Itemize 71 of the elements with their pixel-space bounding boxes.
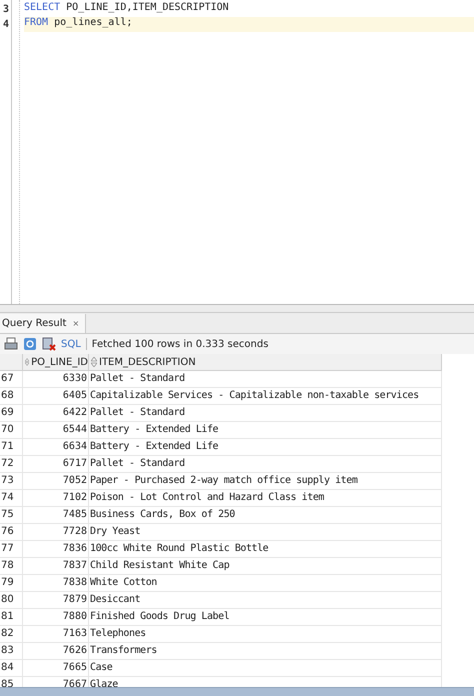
refresh-icon[interactable] — [23, 337, 37, 351]
table-cell: 7838 — [23, 575, 89, 592]
table-cell: 6330 — [23, 371, 89, 388]
column-title: PO_LINE_ID — [31, 356, 88, 368]
line-number: 4 — [2, 18, 10, 32]
table-cell: Transformers — [89, 643, 442, 660]
table-cell: 6544 — [23, 422, 89, 439]
table-cell: 6422 — [23, 405, 89, 422]
table-cell: 7837 — [23, 558, 89, 575]
row-number: 77 — [0, 541, 23, 558]
row-number: 75 — [0, 507, 23, 524]
row-number: 84 — [0, 660, 23, 677]
table-cell: 7836 — [23, 541, 89, 558]
status-text: Fetched 100 rows in 0.333 seconds — [92, 338, 268, 350]
row-number: 67 — [0, 371, 23, 388]
table-cell: Telephones — [89, 626, 442, 643]
code-line: SELECT PO_LINE_ID,ITEM_DESCRIPTION — [24, 2, 230, 15]
table-cell: 100cc White Round Plastic Bottle — [89, 541, 442, 558]
table-cell: Pallet - Standard — [89, 371, 442, 388]
table-cell: Capitalizable Services - Capitalizable non-taxable services — [89, 388, 442, 405]
table-cell: Desiccant — [89, 592, 442, 609]
row-number: 72 — [0, 456, 23, 473]
table-cell: Dry Yeast — [89, 524, 442, 541]
line-number: 3 — [2, 3, 10, 17]
column-header[interactable]: PO_LINE_ID — [23, 354, 89, 371]
table-cell: 7163 — [23, 626, 89, 643]
table-cell: Business Cards, Box of 250 — [89, 507, 442, 524]
table-cell: Poison - Lot Control and Hazard Class item — [89, 490, 442, 507]
table-cell: 6405 — [23, 388, 89, 405]
row-number: 73 — [0, 473, 23, 490]
row-number: 71 — [0, 439, 23, 456]
table-cell: Pallet - Standard — [89, 405, 442, 422]
table-cell: Battery - Extended Life — [89, 439, 442, 456]
table-cell: 6634 — [23, 439, 89, 456]
row-number: 69 — [0, 405, 23, 422]
printer-icon[interactable] — [4, 337, 18, 351]
table-cell: 6717 — [23, 456, 89, 473]
row-number: 80 — [0, 592, 23, 609]
sql-link[interactable]: SQL — [61, 338, 81, 350]
column-header[interactable]: ITEM_DESCRIPTION — [89, 354, 442, 371]
table-cell: 7052 — [23, 473, 89, 490]
table-cell: 7626 — [23, 643, 89, 660]
table-cell: Pallet - Standard — [89, 456, 442, 473]
table-cell: 7880 — [23, 609, 89, 626]
results-tab[interactable]: Query Result × — [0, 314, 86, 333]
table-cell: 7102 — [23, 490, 89, 507]
table-cell: White Cotton — [89, 575, 442, 592]
row-number: 70 — [0, 422, 23, 439]
table-cell: Paper - Purchased 2-way match office supply item — [89, 473, 442, 490]
column-title: ITEM_DESCRIPTION — [99, 356, 196, 368]
close-icon[interactable]: × — [72, 319, 80, 328]
sort-icon — [91, 357, 97, 367]
table-cell: Finished Goods Drug Label — [89, 609, 442, 626]
table-cell: Battery - Extended Life — [89, 422, 442, 439]
table-cell: 7665 — [23, 660, 89, 677]
tab-label: Query Result — [2, 318, 66, 329]
table-cell: 7485 — [23, 507, 89, 524]
row-number: 79 — [0, 575, 23, 592]
row-number: 82 — [0, 626, 23, 643]
row-number: 68 — [0, 388, 23, 405]
row-number: 76 — [0, 524, 23, 541]
table-cell: 7879 — [23, 592, 89, 609]
row-number: 81 — [0, 609, 23, 626]
row-number: 74 — [0, 490, 23, 507]
row-number: 78 — [0, 558, 23, 575]
table-cell: 7728 — [23, 524, 89, 541]
table-cell: Case — [89, 660, 442, 677]
delete-icon[interactable] — [42, 337, 56, 351]
row-number: 83 — [0, 643, 23, 660]
sort-icon — [25, 357, 30, 367]
table-cell: Child Resistant White Cap — [89, 558, 442, 575]
